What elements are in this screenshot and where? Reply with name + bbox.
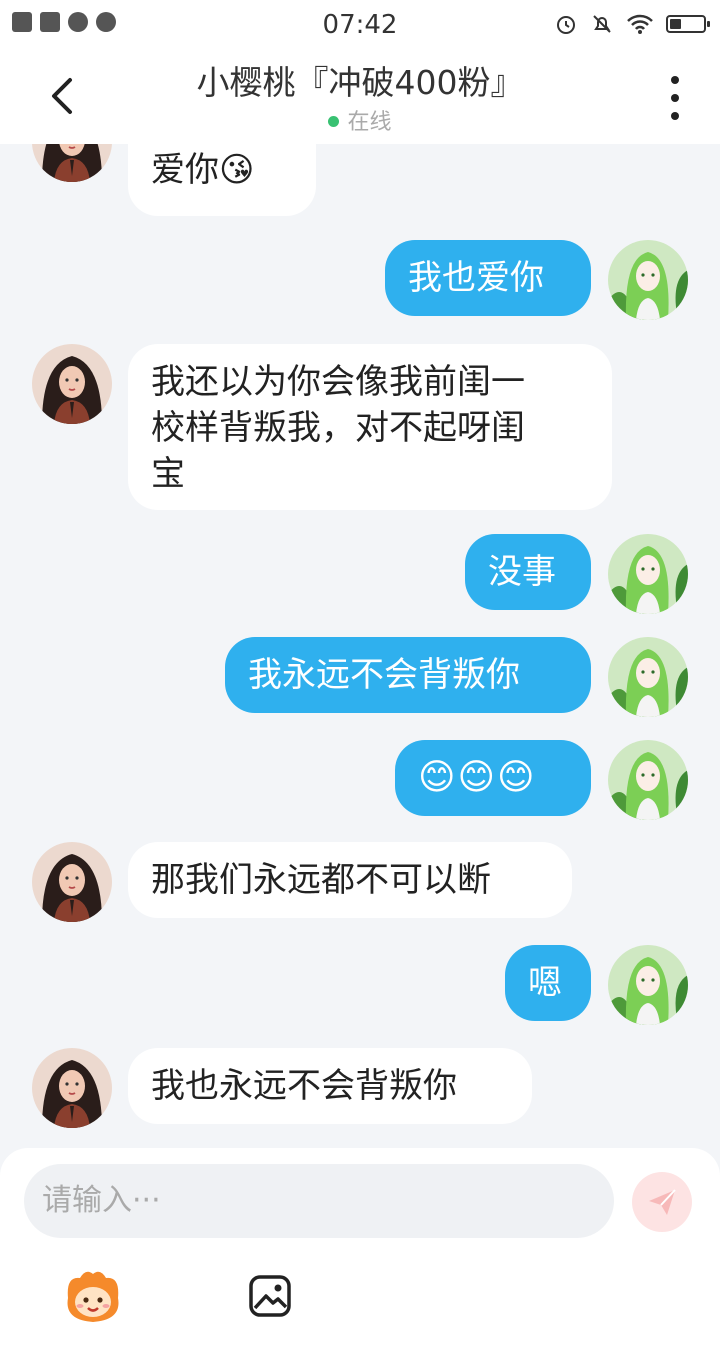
message-text: 我永远不会背叛你 <box>248 655 520 695</box>
outgoing-message[interactable]: 没事 <box>465 534 591 610</box>
contact-avatar[interactable] <box>32 144 112 182</box>
incoming-message[interactable]: 那我们永远都不可以断 <box>128 842 572 918</box>
message-text: 我也爱你 <box>408 258 544 298</box>
image-icon <box>249 1275 291 1317</box>
outgoing-message[interactable]: 嗯 <box>505 945 591 1021</box>
message-text-line: 宝 <box>151 454 185 494</box>
mute-bell-icon <box>593 15 611 33</box>
send-button[interactable] <box>632 1172 692 1232</box>
presence-status: 在线 <box>0 104 720 136</box>
online-dot-icon <box>328 115 340 127</box>
my-avatar[interactable] <box>608 637 688 717</box>
my-avatar[interactable] <box>608 240 688 320</box>
more-dot-icon <box>671 112 679 120</box>
outgoing-message[interactable]: 我也爱你 <box>385 240 591 316</box>
message-text: 嗯 <box>528 963 562 1003</box>
message-text: 我也永远不会背叛你 <box>151 1066 457 1106</box>
input-placeholder: 请输入··· <box>42 1183 161 1218</box>
outgoing-message[interactable]: 😊😊😊 <box>395 740 591 816</box>
contact-avatar[interactable] <box>32 1048 112 1128</box>
emoji-mascot-icon <box>67 1271 119 1322</box>
incoming-message[interactable]: 我也永远不会背叛你 <box>128 1048 532 1124</box>
send-icon <box>649 1189 676 1215</box>
message-text: 没事 <box>488 552 556 592</box>
outgoing-message[interactable]: 我永远不会背叛你 <box>225 637 591 713</box>
more-dot-icon <box>671 76 679 84</box>
emoji-button[interactable] <box>60 1268 126 1324</box>
message-text-line: 我还以为你会像我前闺一 <box>151 362 525 402</box>
more-options-button[interactable] <box>660 76 690 120</box>
composer-panel: 请输入··· <box>0 1148 720 1356</box>
incoming-message[interactable]: 爱你😘 <box>128 144 316 216</box>
alarm-icon <box>557 16 575 34</box>
battery-icon <box>666 15 710 33</box>
message-emoji: 😊😊😊 <box>418 757 537 798</box>
image-button[interactable] <box>246 1272 294 1320</box>
chat-header: 小樱桃『冲破400粉』 在线 <box>0 50 720 144</box>
more-dot-icon <box>671 94 679 102</box>
my-avatar[interactable] <box>608 945 688 1025</box>
message-input[interactable]: 请输入··· <box>24 1164 614 1238</box>
chat-title: 小樱桃『冲破400粉』 <box>196 63 524 102</box>
message-list[interactable]: 爱你😘 我也爱你 我还以为你会像我前闺一 校样背叛我，对不起呀闺 宝 没事 我永… <box>0 144 720 1148</box>
my-avatar[interactable] <box>608 740 688 820</box>
wifi-icon <box>627 14 653 34</box>
system-icons <box>554 12 710 36</box>
contact-avatar[interactable] <box>32 842 112 922</box>
my-avatar[interactable] <box>608 534 688 614</box>
contact-avatar[interactable] <box>32 344 112 424</box>
status-bar: 07:42 <box>0 0 720 50</box>
incoming-message[interactable]: 我还以为你会像我前闺一 校样背叛我，对不起呀闺 宝 <box>128 344 612 510</box>
message-text: 爱你😘 <box>151 150 255 190</box>
presence-label: 在线 <box>347 110 392 135</box>
message-text: 那我们永远都不可以断 <box>151 860 491 900</box>
message-text-line: 校样背叛我，对不起呀闺 <box>151 408 525 448</box>
